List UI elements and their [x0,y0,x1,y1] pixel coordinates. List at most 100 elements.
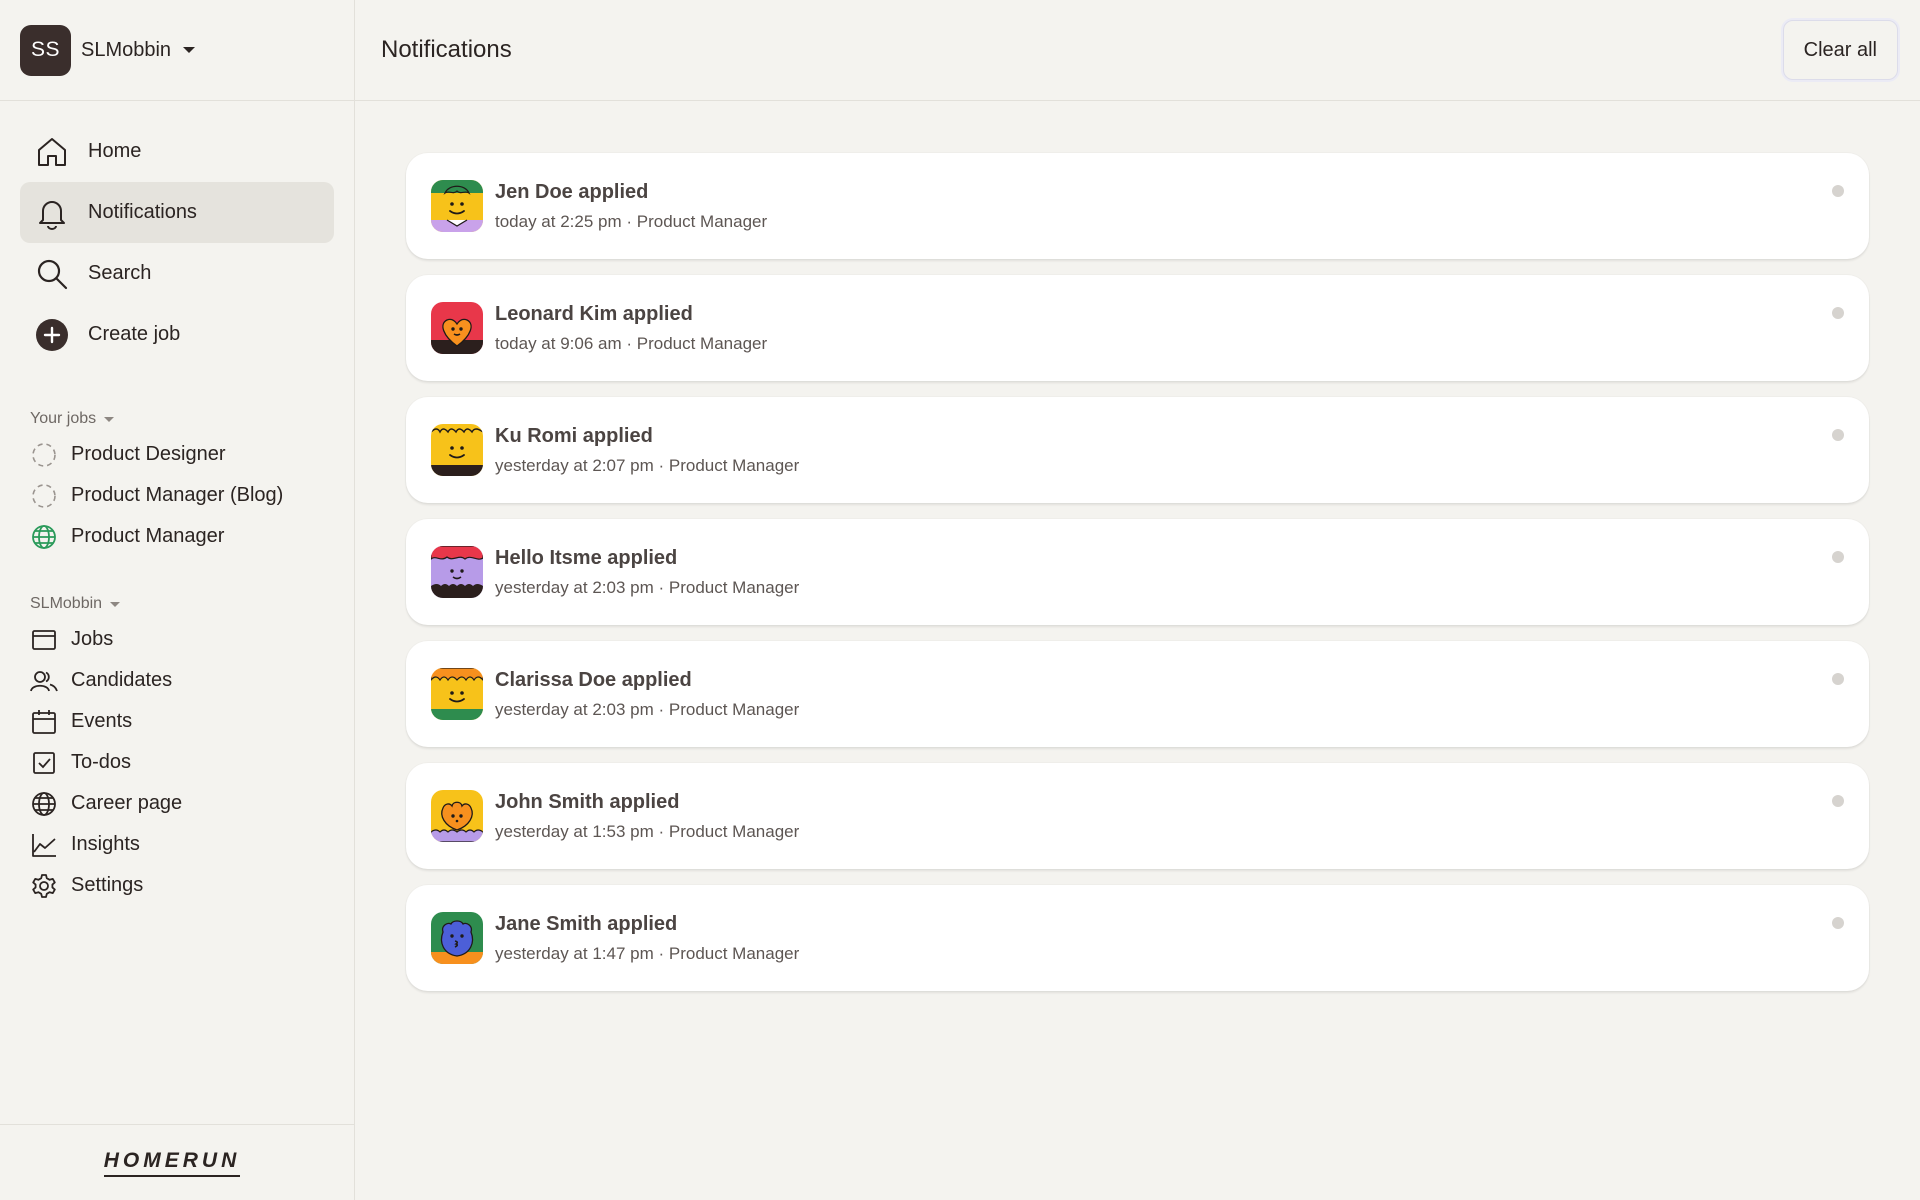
notification-meta: yesterday at 2:03 pm · Product Manager [495,577,800,597]
nav-item-candidates[interactable]: Candidates [30,660,354,701]
notification-meta: yesterday at 1:53 pm · Product Manager [495,821,800,841]
avatar-ku-romi [431,424,483,476]
workspace-avatar[interactable]: SS [20,24,71,76]
avatar-clarissa-doe [431,668,483,720]
notification-meta: yesterday at 2:03 pm · Product Manager [495,699,800,719]
nav-item-jobs[interactable]: Jobs [30,619,354,660]
globe-icon [30,790,58,818]
job-label: Product Designer [71,443,226,465]
nav-label: Candidates [71,669,173,691]
notification-meta: today at 2:25 pm · Product Manager [495,211,768,231]
unread-dot[interactable] [1832,673,1844,685]
plus-circle-icon [34,317,70,353]
workspace-switcher[interactable]: SS SLMobbin [0,0,354,101]
job-label: Product Manager (Blog) [71,484,284,506]
job-item-product-manager-blog[interactable]: Product Manager (Blog) [30,475,354,516]
unread-dot[interactable] [1832,307,1844,319]
nav-label: To-dos [71,751,132,773]
caret-down-icon [110,601,121,607]
avatar-jen-doe [431,180,483,232]
notification-list: Jen Doe applied today at 2:25 pm · Produ… [355,101,1920,991]
section-title: Your jobs [30,410,97,427]
main-content: Notifications Clear all Jen Doe applied … [355,0,1920,1200]
nav-item-todos[interactable]: To-dos [30,742,354,783]
notification-text: Jane Smith applied yesterday at 1:47 pm … [495,913,799,964]
nav-item-search[interactable]: Search [20,243,334,304]
company-header[interactable]: SLMobbin [0,595,354,613]
people-icon [30,667,58,695]
notification-card[interactable]: Ku Romi applied yesterday at 2:07 pm · P… [406,397,1869,503]
notification-title: Jane Smith applied [495,912,678,935]
notification-title: Jen Doe applied [495,180,649,203]
caret-down-icon [104,416,115,422]
unread-dot[interactable] [1832,551,1844,563]
notification-card[interactable]: John Smith applied yesterday at 1:53 pm … [406,763,1869,869]
gear-icon [30,872,58,900]
notification-card[interactable]: Clarissa Doe applied yesterday at 2:03 p… [406,641,1869,747]
nav-label: Settings [71,874,144,896]
chevron-down-icon[interactable] [183,47,196,53]
bell-icon [34,195,70,231]
page-title: Notifications [381,36,512,63]
line-chart-icon [30,831,58,859]
notification-text: Ku Romi applied yesterday at 2:07 pm · P… [495,425,799,476]
notification-card[interactable]: Leonard Kim applied today at 9:06 am · P… [406,275,1869,381]
unread-dot[interactable] [1832,917,1844,929]
avatar-john-smith [431,790,483,842]
draft-dashed-circle-icon [30,441,58,469]
homerun-logo: HOMERUN [103,1149,241,1177]
notification-meta: yesterday at 2:07 pm · Product Manager [495,455,800,475]
topbar: Notifications Clear all [355,0,1920,101]
avatar-jane-smith [431,912,483,964]
published-globe-icon [30,523,58,551]
notification-text: Clarissa Doe applied yesterday at 2:03 p… [495,669,799,720]
job-label: Product Manager [71,525,225,547]
main-nav: Home Notifications Search Create job [0,101,354,365]
sidebar: SS SLMobbin Home Notifications Search Cr… [0,0,355,1200]
section-title: SLMobbin [30,595,103,612]
notification-meta: today at 9:06 am · Product Manager [495,333,768,353]
nav-item-career-page[interactable]: Career page [30,783,354,824]
nav-label: Insights [71,833,140,855]
notification-text: Jen Doe applied today at 2:25 pm · Produ… [495,181,767,232]
home-icon [34,134,70,170]
notification-title: John Smith applied [495,790,680,813]
nav-item-events[interactable]: Events [30,701,354,742]
nav-item-home[interactable]: Home [20,121,334,182]
brand-footer: HOMERUN [0,1124,354,1200]
clear-all-button[interactable]: Clear all [1782,20,1898,80]
nav-label: Jobs [71,628,114,650]
window-icon [30,626,58,654]
nav-label: Home [88,140,142,162]
unread-dot[interactable] [1832,429,1844,441]
nav-label: Search [88,262,152,284]
your-jobs-list: Product Designer Product Manager (Blog) … [0,434,354,557]
job-item-product-manager[interactable]: Product Manager [30,516,354,557]
workspace-name[interactable]: SLMobbin [81,39,171,62]
avatar-leonard-kim [431,302,483,354]
notification-title: Clarissa Doe applied [495,668,692,691]
your-jobs-header[interactable]: Your jobs [0,410,354,428]
notification-card[interactable]: Jen Doe applied today at 2:25 pm · Produ… [406,153,1869,259]
nav-item-create-job[interactable]: Create job [20,304,334,365]
job-item-product-designer[interactable]: Product Designer [30,434,354,475]
nav-item-settings[interactable]: Settings [30,865,354,906]
avatar-hello-itsme [431,546,483,598]
notification-card[interactable]: Hello Itsme applied yesterday at 2:03 pm… [406,519,1869,625]
checkbox-icon [30,749,58,777]
nav-item-notifications[interactable]: Notifications [20,182,334,243]
notification-text: John Smith applied yesterday at 1:53 pm … [495,791,799,842]
notification-title: Ku Romi applied [495,424,653,447]
nav-label: Events [71,710,133,732]
notification-card[interactable]: Jane Smith applied yesterday at 1:47 pm … [406,885,1869,991]
unread-dot[interactable] [1832,795,1844,807]
nav-label: Notifications [88,201,197,223]
notification-text: Hello Itsme applied yesterday at 2:03 pm… [495,547,799,598]
unread-dot[interactable] [1832,185,1844,197]
nav-item-insights[interactable]: Insights [30,824,354,865]
search-icon [34,256,70,292]
notification-meta: yesterday at 1:47 pm · Product Manager [495,943,800,963]
notification-text: Leonard Kim applied today at 9:06 am · P… [495,303,767,354]
draft-dashed-circle-icon [30,482,58,510]
company-nav: Jobs Candidates Events To-dos Career pag… [0,619,354,906]
